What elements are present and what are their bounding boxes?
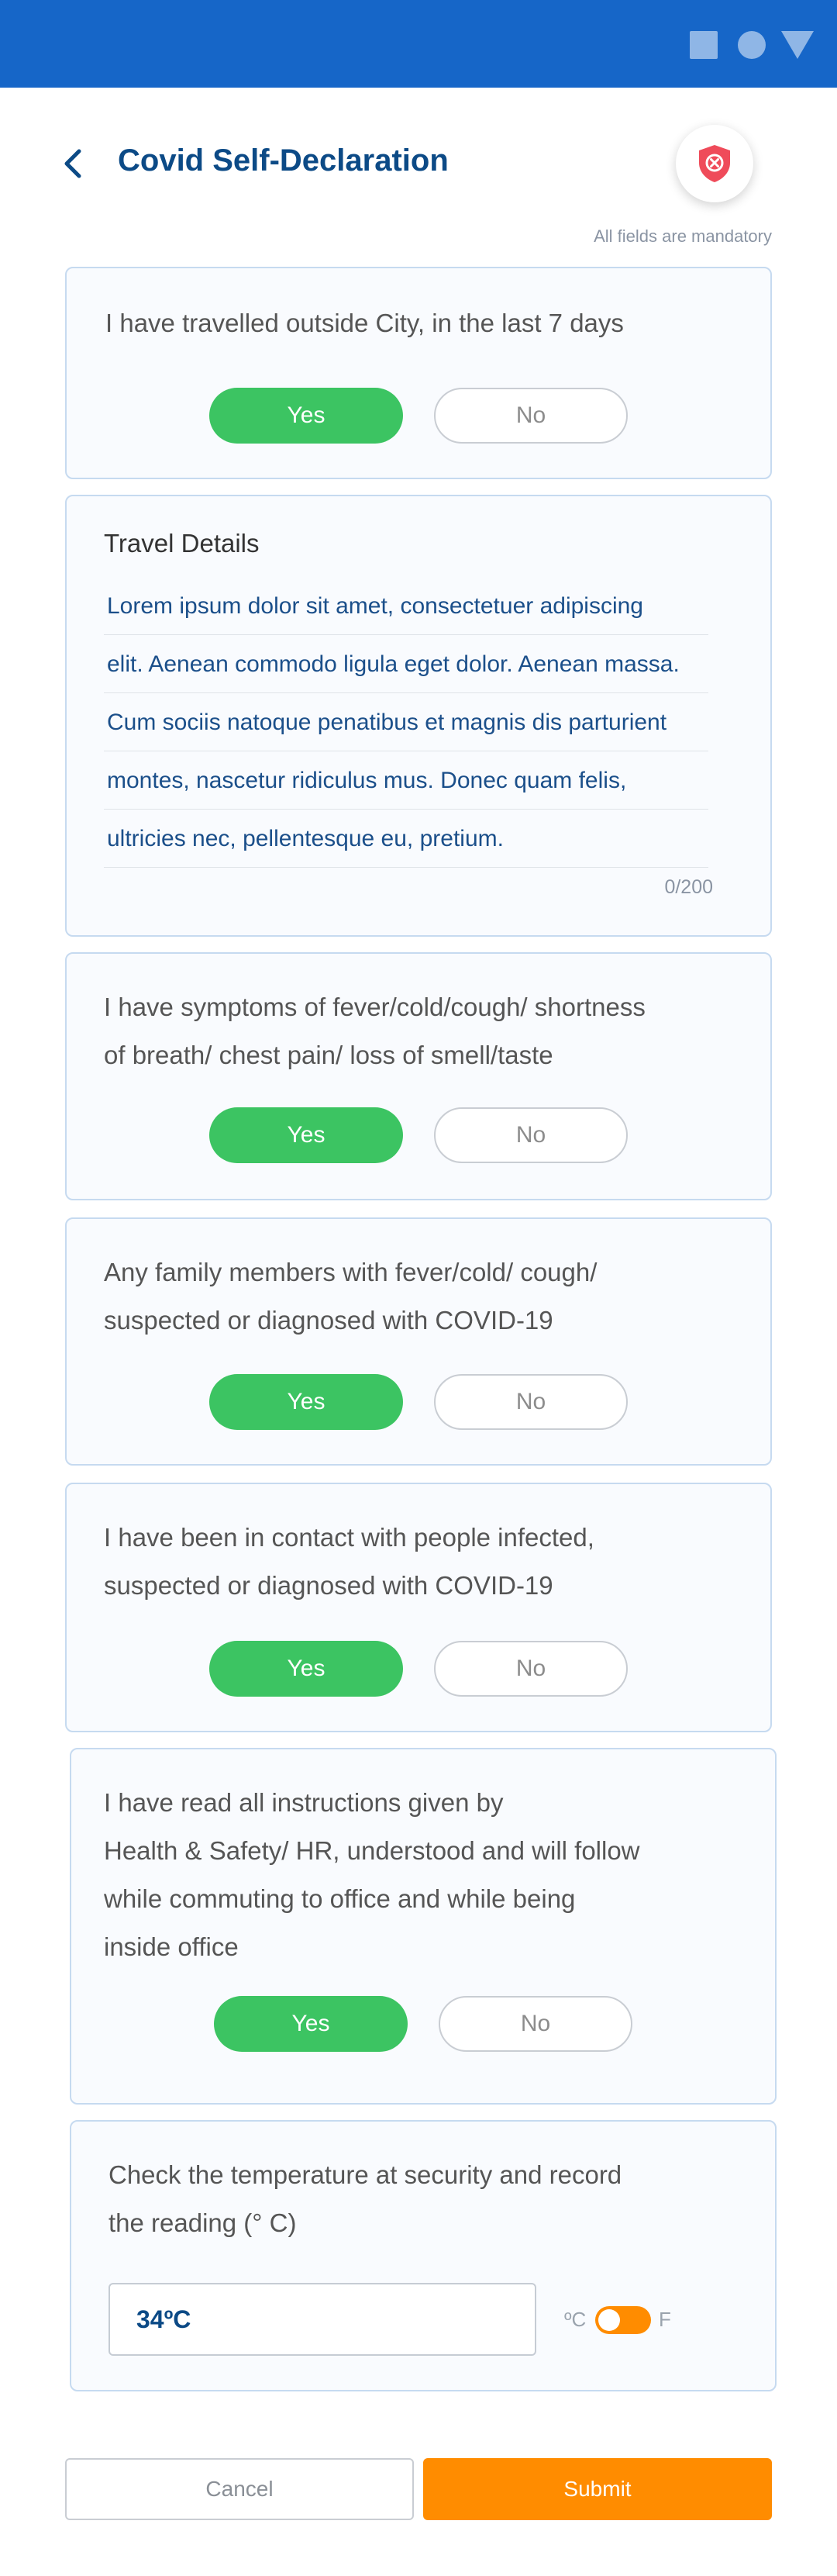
- yes-button[interactable]: Yes: [214, 1996, 408, 2052]
- no-button[interactable]: No: [434, 1641, 628, 1697]
- question-text: Any family members with fever/cold/ coug…: [104, 1248, 597, 1345]
- question-line: I have been in contact with people infec…: [104, 1523, 594, 1552]
- question-card-family: Any family members with fever/cold/ coug…: [65, 1217, 772, 1466]
- question-text: I have been in contact with people infec…: [104, 1514, 594, 1610]
- mandatory-note: All fields are mandatory: [594, 226, 772, 246]
- status-bar: [0, 0, 837, 88]
- header: Covid Self-Declaration: [0, 88, 837, 219]
- travel-details-line[interactable]: elit. Aenean commodo ligula eget dolor. …: [104, 635, 708, 693]
- question-line: Health & Safety/ HR, understood and will…: [104, 1836, 640, 1865]
- no-button[interactable]: No: [439, 1996, 632, 2052]
- question-line: Any family members with fever/cold/ coug…: [104, 1258, 598, 1286]
- travel-details-line[interactable]: ultricies nec, pellentesque eu, pretium.: [104, 810, 708, 868]
- temperature-text: Check the temperature at security and re…: [108, 2151, 622, 2247]
- yes-button[interactable]: Yes: [209, 1641, 403, 1697]
- no-button[interactable]: No: [434, 1374, 628, 1430]
- square-icon: [690, 31, 718, 59]
- question-card-instructions: I have read all instructions given by He…: [70, 1748, 777, 2105]
- travel-details-card: Travel Details Lorem ipsum dolor sit ame…: [65, 495, 772, 937]
- submit-button[interactable]: Submit: [423, 2458, 772, 2520]
- question-line: suspected or diagnosed with COVID-19: [104, 1306, 553, 1335]
- question-line: I have travelled outside City, in the la…: [105, 309, 624, 337]
- question-text: I have symptoms of fever/cold/cough/ sho…: [104, 983, 646, 1079]
- shield-icon: [699, 145, 730, 182]
- yes-button[interactable]: Yes: [209, 388, 403, 444]
- travel-details-line[interactable]: Cum sociis natoque penatibus et magnis d…: [104, 693, 708, 751]
- question-line: inside office: [104, 1932, 239, 1961]
- travel-details-title: Travel Details: [104, 529, 260, 558]
- fahrenheit-label: F: [659, 2308, 671, 2331]
- no-button[interactable]: No: [434, 388, 628, 444]
- yes-button[interactable]: Yes: [209, 1107, 403, 1163]
- temperature-card: Check the temperature at security and re…: [70, 2120, 777, 2391]
- no-button[interactable]: No: [434, 1107, 628, 1163]
- chevron-left-icon: [64, 149, 81, 178]
- question-card-travel: I have travelled outside City, in the la…: [65, 267, 772, 479]
- travel-details-line[interactable]: Lorem ipsum dolor sit amet, consectetuer…: [104, 577, 708, 635]
- question-line: while commuting to office and while bein…: [104, 1884, 576, 1913]
- question-text: I have read all instructions given by He…: [104, 1779, 640, 1971]
- question-line: Check the temperature at security and re…: [108, 2160, 622, 2189]
- question-line: of breath/ chest pain/ loss of smell/tas…: [104, 1041, 553, 1069]
- question-line: the reading (° C): [108, 2208, 297, 2237]
- back-button[interactable]: [57, 140, 88, 187]
- temperature-input[interactable]: 34ºC: [108, 2283, 536, 2356]
- question-line: suspected or diagnosed with COVID-19: [104, 1571, 553, 1600]
- question-line: I have symptoms of fever/cold/cough/ sho…: [104, 993, 646, 1021]
- question-line: I have read all instructions given by: [104, 1788, 504, 1817]
- question-card-contact: I have been in contact with people infec…: [65, 1483, 772, 1732]
- question-text: I have travelled outside City, in the la…: [105, 299, 624, 347]
- travel-details-line[interactable]: montes, nascetur ridiculus mus. Donec qu…: [104, 751, 708, 810]
- cancel-button[interactable]: Cancel: [65, 2458, 414, 2520]
- page-title: Covid Self-Declaration: [118, 143, 449, 178]
- circle-icon: [738, 31, 766, 59]
- unit-toggle[interactable]: [595, 2306, 651, 2334]
- shield-button[interactable]: [676, 125, 753, 202]
- yes-button[interactable]: Yes: [209, 1374, 403, 1430]
- toggle-knob: [598, 2309, 620, 2331]
- character-counter: 0/200: [664, 876, 713, 898]
- triangle-icon: [781, 31, 814, 59]
- question-card-symptoms: I have symptoms of fever/cold/cough/ sho…: [65, 952, 772, 1200]
- celsius-label: ºC: [564, 2308, 587, 2331]
